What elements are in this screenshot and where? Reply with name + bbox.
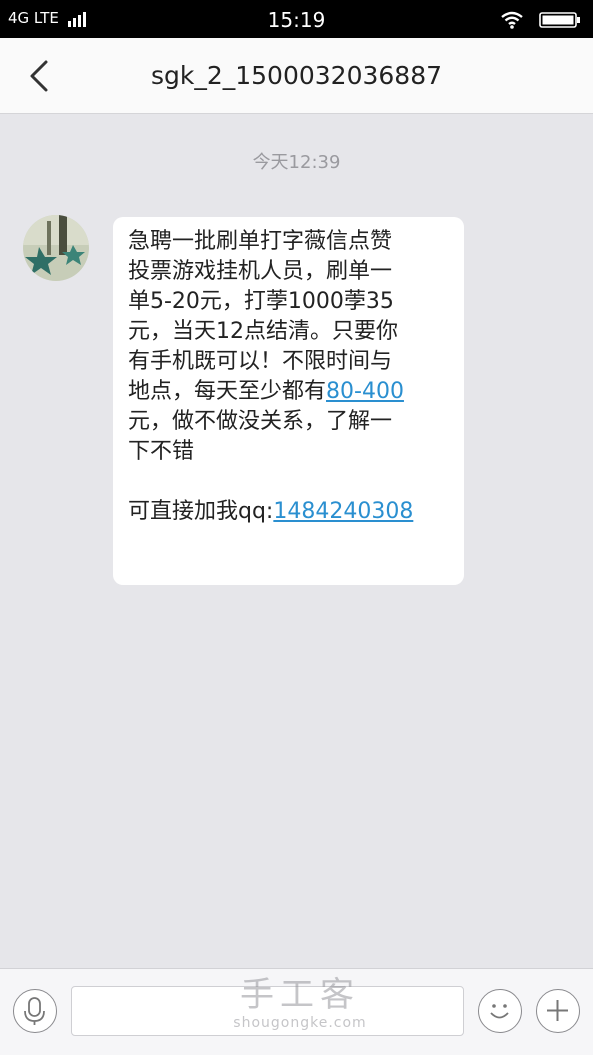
contact-title: sgk_2_1500032036887 (150, 61, 443, 90)
status-bar: 4G LTE 15:19 (0, 0, 593, 38)
message-line: 下不错 (128, 439, 195, 464)
avatar-image (23, 215, 89, 281)
message-text: 地点，每天至少都有 (128, 379, 327, 404)
message-line: 可直接加我qq:1484240308 (128, 497, 454, 527)
microphone-icon (24, 997, 45, 1025)
plus-icon (547, 1000, 568, 1021)
message-text: 可直接加我qq: (128, 499, 274, 524)
emoji-button[interactable] (478, 989, 522, 1033)
battery-icon (539, 11, 580, 28)
avatar[interactable] (23, 215, 89, 281)
message-line: 有手机既可以！不限时间与 (128, 349, 393, 374)
message-line: 元，当天12点结清。只要你 (128, 319, 398, 344)
message-line: 急聘一批刷单打字薇信点赞 (128, 229, 393, 254)
input-bar (0, 968, 593, 1055)
emoji-icon (490, 1004, 509, 1019)
amount-link[interactable]: 80-400 (326, 379, 404, 404)
message-line: 地点，每天至少都有80-400 (128, 377, 454, 407)
message-spacer (128, 467, 454, 497)
message-input[interactable] (71, 986, 464, 1036)
back-icon[interactable] (26, 58, 56, 94)
message-line: 单5-20元，打荸1000荸35 (128, 289, 394, 314)
voice-button[interactable] (13, 989, 57, 1033)
add-attachment-button[interactable] (536, 989, 580, 1033)
message-line: 投票游戏挂机人员，刷单一 (128, 259, 393, 284)
message-bubble[interactable]: 急聘一批刷单打字薇信点赞 投票游戏挂机人员，刷单一 单5-20元，打荸1000荸… (113, 217, 464, 585)
wifi-icon (501, 11, 523, 29)
message-line: 元，做不做没关系，了解一 (128, 409, 393, 434)
message-timestamp: 今天12:39 (252, 152, 341, 173)
qq-number-link[interactable]: 1484240308 (273, 499, 413, 524)
conversation-header: sgk_2_1500032036887 (0, 38, 593, 114)
status-icons (500, 9, 581, 30)
